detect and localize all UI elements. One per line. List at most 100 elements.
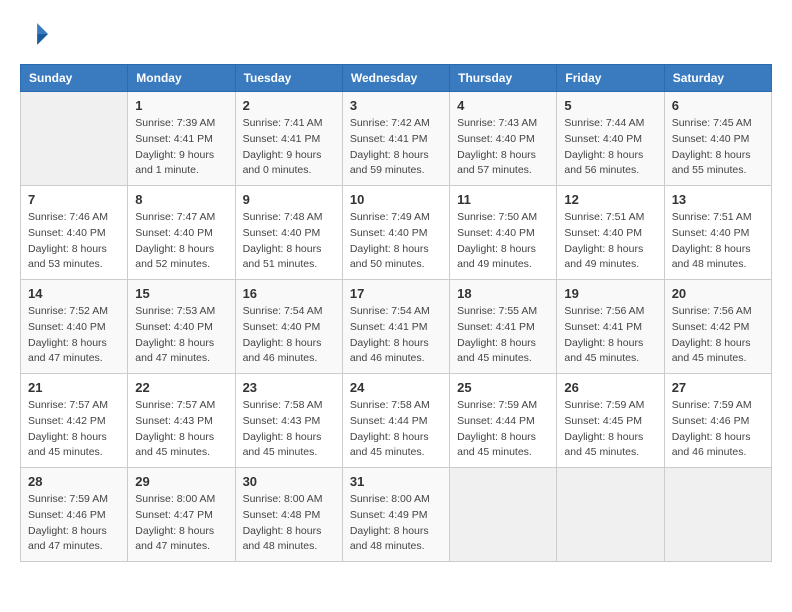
calendar-cell: 17 Sunrise: 7:54 AMSunset: 4:41 PMDaylig… <box>342 280 449 374</box>
day-number: 4 <box>457 98 549 113</box>
calendar-cell <box>450 468 557 562</box>
calendar-cell: 7 Sunrise: 7:46 AMSunset: 4:40 PMDayligh… <box>21 186 128 280</box>
day-info: Sunrise: 7:42 AMSunset: 4:41 PMDaylight:… <box>350 116 442 179</box>
day-info: Sunrise: 7:59 AMSunset: 4:45 PMDaylight:… <box>564 398 656 461</box>
day-info: Sunrise: 7:59 AMSunset: 4:44 PMDaylight:… <box>457 398 549 461</box>
day-number: 31 <box>350 474 442 489</box>
day-number: 13 <box>672 192 764 207</box>
day-number: 2 <box>243 98 335 113</box>
logo-icon <box>20 20 48 48</box>
calendar-cell: 5 Sunrise: 7:44 AMSunset: 4:40 PMDayligh… <box>557 92 664 186</box>
day-number: 19 <box>564 286 656 301</box>
day-number: 3 <box>350 98 442 113</box>
calendar-cell: 27 Sunrise: 7:59 AMSunset: 4:46 PMDaylig… <box>664 374 771 468</box>
day-info: Sunrise: 7:58 AMSunset: 4:43 PMDaylight:… <box>243 398 335 461</box>
day-number: 22 <box>135 380 227 395</box>
day-info: Sunrise: 7:59 AMSunset: 4:46 PMDaylight:… <box>28 492 120 555</box>
calendar-cell: 23 Sunrise: 7:58 AMSunset: 4:43 PMDaylig… <box>235 374 342 468</box>
day-info: Sunrise: 7:50 AMSunset: 4:40 PMDaylight:… <box>457 210 549 273</box>
day-number: 12 <box>564 192 656 207</box>
day-info: Sunrise: 7:51 AMSunset: 4:40 PMDaylight:… <box>672 210 764 273</box>
calendar-cell: 29 Sunrise: 8:00 AMSunset: 4:47 PMDaylig… <box>128 468 235 562</box>
calendar-cell <box>557 468 664 562</box>
calendar-cell: 8 Sunrise: 7:47 AMSunset: 4:40 PMDayligh… <box>128 186 235 280</box>
calendar-header: SundayMondayTuesdayWednesdayThursdayFrid… <box>21 65 772 92</box>
weekday-header: Wednesday <box>342 65 449 92</box>
weekday-header: Saturday <box>664 65 771 92</box>
day-info: Sunrise: 7:57 AMSunset: 4:43 PMDaylight:… <box>135 398 227 461</box>
day-number: 18 <box>457 286 549 301</box>
day-info: Sunrise: 7:41 AMSunset: 4:41 PMDaylight:… <box>243 116 335 179</box>
calendar-cell: 6 Sunrise: 7:45 AMSunset: 4:40 PMDayligh… <box>664 92 771 186</box>
day-info: Sunrise: 8:00 AMSunset: 4:48 PMDaylight:… <box>243 492 335 555</box>
calendar-cell: 4 Sunrise: 7:43 AMSunset: 4:40 PMDayligh… <box>450 92 557 186</box>
day-number: 16 <box>243 286 335 301</box>
day-info: Sunrise: 7:59 AMSunset: 4:46 PMDaylight:… <box>672 398 764 461</box>
day-number: 25 <box>457 380 549 395</box>
weekday-header: Friday <box>557 65 664 92</box>
day-info: Sunrise: 7:54 AMSunset: 4:40 PMDaylight:… <box>243 304 335 367</box>
day-number: 14 <box>28 286 120 301</box>
day-info: Sunrise: 8:00 AMSunset: 4:47 PMDaylight:… <box>135 492 227 555</box>
calendar-cell: 10 Sunrise: 7:49 AMSunset: 4:40 PMDaylig… <box>342 186 449 280</box>
day-number: 8 <box>135 192 227 207</box>
day-number: 20 <box>672 286 764 301</box>
day-info: Sunrise: 7:46 AMSunset: 4:40 PMDaylight:… <box>28 210 120 273</box>
day-info: Sunrise: 7:49 AMSunset: 4:40 PMDaylight:… <box>350 210 442 273</box>
calendar-cell: 12 Sunrise: 7:51 AMSunset: 4:40 PMDaylig… <box>557 186 664 280</box>
weekday-header: Monday <box>128 65 235 92</box>
calendar-cell: 19 Sunrise: 7:56 AMSunset: 4:41 PMDaylig… <box>557 280 664 374</box>
logo <box>20 20 52 48</box>
day-number: 23 <box>243 380 335 395</box>
calendar-cell: 11 Sunrise: 7:50 AMSunset: 4:40 PMDaylig… <box>450 186 557 280</box>
day-number: 1 <box>135 98 227 113</box>
day-info: Sunrise: 7:51 AMSunset: 4:40 PMDaylight:… <box>564 210 656 273</box>
calendar-cell: 18 Sunrise: 7:55 AMSunset: 4:41 PMDaylig… <box>450 280 557 374</box>
day-number: 6 <box>672 98 764 113</box>
day-info: Sunrise: 7:54 AMSunset: 4:41 PMDaylight:… <box>350 304 442 367</box>
calendar-cell: 21 Sunrise: 7:57 AMSunset: 4:42 PMDaylig… <box>21 374 128 468</box>
day-info: Sunrise: 7:44 AMSunset: 4:40 PMDaylight:… <box>564 116 656 179</box>
weekday-header: Tuesday <box>235 65 342 92</box>
calendar-cell: 22 Sunrise: 7:57 AMSunset: 4:43 PMDaylig… <box>128 374 235 468</box>
day-number: 17 <box>350 286 442 301</box>
day-number: 9 <box>243 192 335 207</box>
calendar-table: SundayMondayTuesdayWednesdayThursdayFrid… <box>20 64 772 562</box>
day-number: 24 <box>350 380 442 395</box>
day-number: 11 <box>457 192 549 207</box>
calendar-cell: 2 Sunrise: 7:41 AMSunset: 4:41 PMDayligh… <box>235 92 342 186</box>
weekday-header: Thursday <box>450 65 557 92</box>
day-number: 27 <box>672 380 764 395</box>
calendar-cell: 26 Sunrise: 7:59 AMSunset: 4:45 PMDaylig… <box>557 374 664 468</box>
calendar-cell: 14 Sunrise: 7:52 AMSunset: 4:40 PMDaylig… <box>21 280 128 374</box>
calendar-cell: 16 Sunrise: 7:54 AMSunset: 4:40 PMDaylig… <box>235 280 342 374</box>
day-info: Sunrise: 7:55 AMSunset: 4:41 PMDaylight:… <box>457 304 549 367</box>
day-number: 10 <box>350 192 442 207</box>
day-info: Sunrise: 7:43 AMSunset: 4:40 PMDaylight:… <box>457 116 549 179</box>
page-header <box>20 20 772 48</box>
calendar-cell: 30 Sunrise: 8:00 AMSunset: 4:48 PMDaylig… <box>235 468 342 562</box>
weekday-header: Sunday <box>21 65 128 92</box>
day-number: 7 <box>28 192 120 207</box>
calendar-cell: 20 Sunrise: 7:56 AMSunset: 4:42 PMDaylig… <box>664 280 771 374</box>
calendar-cell <box>664 468 771 562</box>
day-number: 28 <box>28 474 120 489</box>
day-info: Sunrise: 7:39 AMSunset: 4:41 PMDaylight:… <box>135 116 227 179</box>
day-info: Sunrise: 7:53 AMSunset: 4:40 PMDaylight:… <box>135 304 227 367</box>
day-info: Sunrise: 7:47 AMSunset: 4:40 PMDaylight:… <box>135 210 227 273</box>
calendar-cell: 13 Sunrise: 7:51 AMSunset: 4:40 PMDaylig… <box>664 186 771 280</box>
day-number: 15 <box>135 286 227 301</box>
calendar-cell: 24 Sunrise: 7:58 AMSunset: 4:44 PMDaylig… <box>342 374 449 468</box>
day-info: Sunrise: 8:00 AMSunset: 4:49 PMDaylight:… <box>350 492 442 555</box>
calendar-cell <box>21 92 128 186</box>
day-number: 5 <box>564 98 656 113</box>
day-info: Sunrise: 7:45 AMSunset: 4:40 PMDaylight:… <box>672 116 764 179</box>
day-number: 29 <box>135 474 227 489</box>
day-number: 26 <box>564 380 656 395</box>
calendar-cell: 15 Sunrise: 7:53 AMSunset: 4:40 PMDaylig… <box>128 280 235 374</box>
day-info: Sunrise: 7:56 AMSunset: 4:41 PMDaylight:… <box>564 304 656 367</box>
calendar-cell: 1 Sunrise: 7:39 AMSunset: 4:41 PMDayligh… <box>128 92 235 186</box>
calendar-cell: 9 Sunrise: 7:48 AMSunset: 4:40 PMDayligh… <box>235 186 342 280</box>
day-info: Sunrise: 7:57 AMSunset: 4:42 PMDaylight:… <box>28 398 120 461</box>
day-number: 21 <box>28 380 120 395</box>
